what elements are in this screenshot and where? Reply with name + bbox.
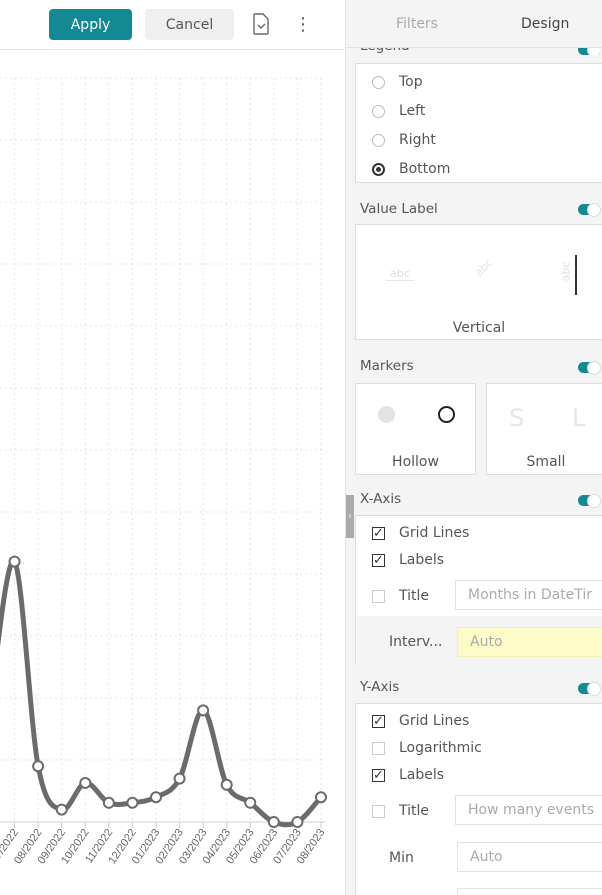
data-point-marker [32,760,45,773]
size-large-option[interactable]: L [572,404,585,432]
option-label: Title [399,803,430,819]
y-title-input[interactable]: How many events [455,795,602,825]
data-point-marker [173,772,186,785]
option-label: Labels [399,552,445,568]
value-label-heading: Value Label [360,201,438,217]
y-min-input[interactable]: Auto [457,842,602,872]
data-point-marker [314,791,327,804]
data-point-marker [197,704,210,717]
y-axis-toggle[interactable] [578,682,601,696]
marker-size-selector[interactable]: S L Small [486,383,602,475]
data-point-marker [220,778,233,791]
data-point-marker [291,816,304,828]
legend-option-right[interactable]: Right [372,132,436,148]
legend-option-top[interactable]: Top [372,74,423,90]
y-max-input[interactable] [457,888,602,895]
y-axis-options: ✓ Grid Lines Logarithmic ✓ Labels Title Ho… [355,703,602,895]
hollow-marker-icon[interactable] [438,406,455,423]
markers-toggle[interactable] [578,361,601,375]
document-check-icon[interactable] [252,13,270,35]
option-label: Grid Lines [399,713,470,729]
data-point-marker [126,796,139,809]
tab-filters[interactable]: Filters [396,16,438,32]
collapse-handle[interactable]: › [346,495,354,538]
x-axis-heading: X-Axis [360,491,402,507]
value-label-selected: Vertical [452,320,506,336]
marker-size-label: Small [526,454,566,470]
x-title-input[interactable]: Months in DateTir [455,580,602,610]
checkbox-icon[interactable] [372,589,385,603]
x-axis-options: ✓ Grid Lines ✓ Labels Title Months in Date… [355,515,602,666]
markers-heading: Markers [360,358,414,374]
interval-input[interactable]: Auto [457,627,602,657]
radio-icon[interactable] [372,133,385,147]
value-label-toggle[interactable] [578,203,601,217]
y-title-checkbox[interactable]: Title [372,803,429,819]
x-grid-lines-checkbox[interactable]: ✓ Grid Lines [372,525,469,541]
design-panel: Filters Design Legend Top Left Right Bot… [345,0,602,895]
checkbox-checked-icon[interactable]: ✓ [372,553,385,567]
horizontal-sample[interactable]: abc [386,267,414,281]
data-point-marker [244,796,257,809]
interval-label: Interv... [389,634,443,650]
cancel-button[interactable]: Cancel [145,9,234,40]
option-label: Bottom [399,161,451,177]
data-point-marker [267,816,280,828]
more-vertical-icon[interactable]: ⋮ [294,14,312,36]
slider-indicator[interactable] [575,255,577,295]
radio-icon[interactable] [372,75,385,89]
option-label: Left [399,103,426,119]
checkbox-icon[interactable] [372,804,385,818]
legend-option-left[interactable]: Left [372,103,425,119]
x-title-checkbox[interactable]: Title [372,588,429,604]
option-label: Title [399,588,430,604]
tab-design[interactable]: Design [521,16,569,32]
checkbox-icon[interactable] [372,741,385,755]
option-label: Grid Lines [399,525,470,541]
option-label: Labels [399,767,445,783]
radio-selected-icon[interactable] [372,162,385,176]
panel-tabs: Filters Design [346,0,602,48]
radio-icon[interactable] [372,104,385,118]
option-label: Logarithmic [399,740,482,756]
data-point-marker [79,776,92,789]
vertical-sample[interactable]: abc [559,262,572,282]
data-point-marker [102,796,115,809]
y-logarithmic-checkbox[interactable]: Logarithmic [372,740,482,756]
min-label: Min [389,850,414,866]
data-point-marker [55,803,68,816]
value-label-orientation[interactable]: abc abc abc Vertical [355,224,602,340]
legend-option-bottom[interactable]: Bottom [372,161,450,177]
marker-style-label: Hollow [392,454,439,470]
data-point-marker [149,791,162,804]
checkbox-checked-icon[interactable]: ✓ [372,714,385,728]
checkbox-checked-icon[interactable]: ✓ [372,526,385,540]
option-label: Right [399,132,436,148]
diagonal-sample[interactable]: abc [472,256,495,279]
x-labels-checkbox[interactable]: ✓ Labels [372,552,444,568]
series-line [0,558,323,828]
x-axis-toggle[interactable] [578,494,601,508]
checkbox-checked-icon[interactable]: ✓ [372,768,385,782]
toolbar: Apply Cancel ⋮ [0,0,345,50]
y-grid-lines-checkbox[interactable]: ✓ Grid Lines [372,713,469,729]
line-chart: 06/202207/202208/202209/202210/202211/20… [0,77,327,866]
y-labels-checkbox[interactable]: ✓ Labels [372,767,444,783]
y-axis-heading: Y-Axis [360,679,400,695]
size-small-option[interactable]: S [509,404,524,432]
marker-style-selector[interactable]: Hollow [355,383,476,475]
option-label: Top [399,74,423,90]
data-point-marker [8,555,21,568]
legend-options: Top Left Right Bottom [355,63,602,183]
filled-marker-icon[interactable] [378,406,395,423]
apply-button[interactable]: Apply [49,9,132,40]
